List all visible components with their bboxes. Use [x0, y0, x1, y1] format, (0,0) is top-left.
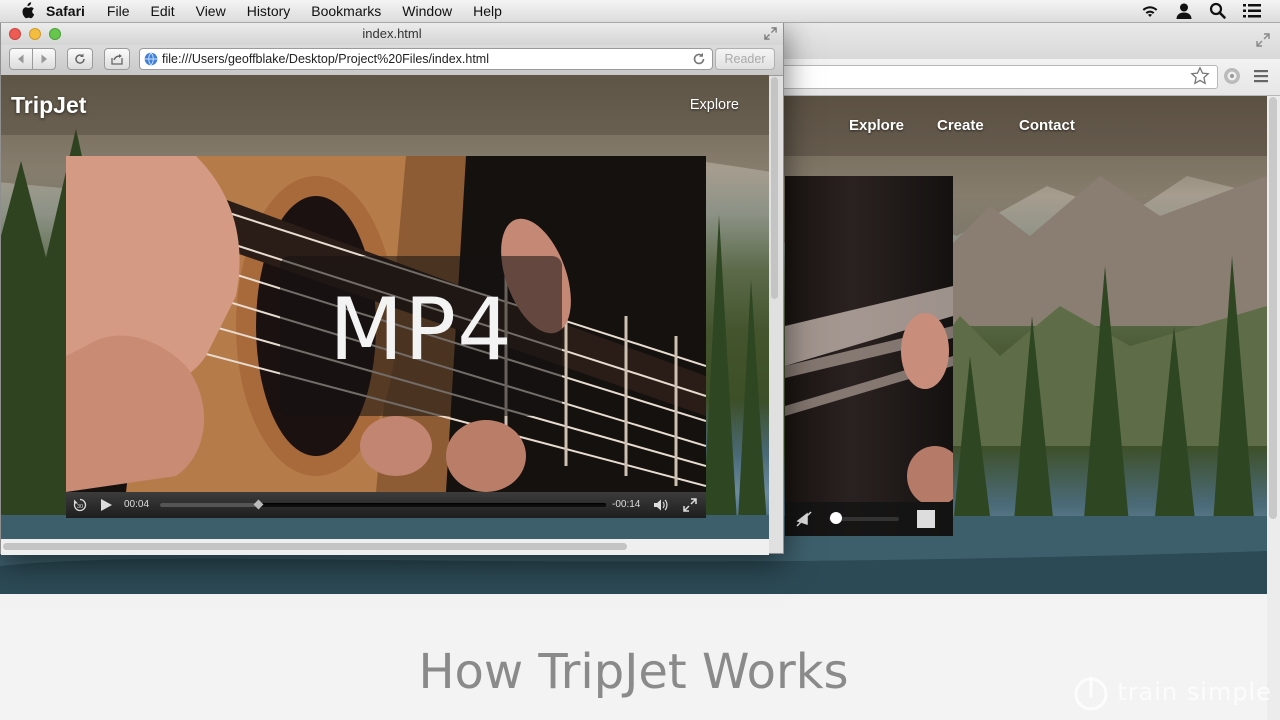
fullscreen-icon[interactable] — [917, 510, 935, 528]
video-controls: 30 00:04 -00:14 — [66, 492, 706, 518]
mac-menu-bar: Safari File Edit View History Bookmarks … — [0, 0, 1280, 23]
close-window-button[interactable] — [9, 28, 21, 40]
reload-button[interactable] — [67, 48, 93, 70]
safari-titlebar[interactable]: index.html — [1, 23, 783, 45]
menu-file[interactable]: File — [107, 3, 130, 19]
reader-button[interactable]: Reader — [715, 48, 775, 70]
safari-toolbar: Reader — [1, 45, 783, 76]
fullscreen-expand-icon[interactable] — [764, 27, 777, 40]
share-icon — [111, 54, 123, 65]
video-format-label: MP4 — [329, 280, 513, 380]
address-bar[interactable] — [139, 48, 713, 70]
background-scrollbar[interactable] — [1269, 97, 1277, 519]
current-time: 00:04 — [124, 499, 150, 510]
share-button[interactable] — [104, 48, 130, 70]
background-omnibox[interactable] — [770, 65, 1218, 89]
background-video-player[interactable] — [785, 176, 953, 536]
background-video-frame — [785, 286, 953, 506]
svg-text:30: 30 — [77, 504, 83, 510]
progress-fill — [160, 503, 258, 507]
menu-view[interactable]: View — [196, 3, 226, 19]
background-video-controls — [785, 502, 953, 536]
user-icon[interactable] — [1174, 2, 1194, 20]
back-button[interactable] — [9, 48, 33, 70]
play-icon[interactable] — [98, 497, 114, 513]
globe-icon — [144, 52, 158, 66]
forward-arrow-icon — [41, 54, 47, 64]
menu-window[interactable]: Window — [402, 3, 452, 19]
extension-icon[interactable] — [1222, 66, 1242, 86]
volume-icon[interactable] — [652, 497, 668, 513]
url-input[interactable] — [162, 50, 682, 68]
minimize-window-button[interactable] — [29, 28, 41, 40]
menu-help[interactable]: Help — [473, 3, 502, 19]
video-player[interactable]: MP4 30 00:04 -00:14 — [66, 156, 706, 518]
video-format-overlay: MP4 — [280, 256, 562, 416]
window-title: index.html — [362, 26, 422, 41]
fullscreen-expand-icon[interactable] — [1256, 33, 1270, 47]
fullscreen-icon[interactable] — [682, 497, 698, 513]
menu-extras — [1140, 2, 1262, 20]
scrub-knob[interactable] — [253, 499, 264, 510]
horizontal-scroll-thumb[interactable] — [3, 543, 627, 550]
site-logo[interactable]: TripJet — [11, 92, 86, 119]
rewind-30-icon[interactable]: 30 — [72, 497, 88, 513]
menu-history[interactable]: History — [247, 3, 291, 19]
notification-center-icon[interactable] — [1242, 2, 1262, 20]
bookmark-star-icon[interactable] — [1190, 66, 1210, 86]
nav-explore[interactable]: Explore — [690, 97, 739, 113]
watermark: train simple — [1071, 672, 1272, 712]
site-nav-bar: TripJet Explore — [1, 75, 769, 135]
watermark-text: train simple — [1117, 678, 1272, 706]
spotlight-icon[interactable] — [1208, 2, 1228, 20]
nav-create[interactable]: Create — [937, 117, 984, 134]
wifi-icon[interactable] — [1140, 2, 1160, 20]
remaining-time: -00:14 — [612, 499, 641, 510]
zoom-window-button[interactable] — [49, 28, 61, 40]
back-arrow-icon — [18, 54, 24, 64]
apple-menu-icon[interactable] — [18, 2, 36, 20]
menu-bookmarks[interactable]: Bookmarks — [311, 3, 381, 19]
forward-button[interactable] — [32, 48, 56, 70]
safari-window: index.html Reader — [0, 22, 784, 555]
safari-webpage: TripJet Explore MP4 30 00:04 -00:14 — [1, 75, 769, 539]
menu-edit[interactable]: Edit — [150, 3, 174, 19]
reload-icon — [75, 53, 85, 64]
nav-explore[interactable]: Explore — [849, 117, 904, 134]
mute-icon[interactable] — [795, 510, 813, 528]
train-simple-logo-icon — [1074, 676, 1108, 711]
horizontal-scrollbar — [1, 539, 769, 555]
volume-knob[interactable] — [830, 512, 842, 524]
vertical-scrollbar[interactable] — [771, 77, 778, 299]
nav-contact[interactable]: Contact — [1019, 117, 1075, 134]
address-reload-icon[interactable] — [692, 52, 706, 66]
menu-safari[interactable]: Safari — [46, 3, 85, 19]
browser-menu-icon[interactable] — [1252, 67, 1270, 85]
